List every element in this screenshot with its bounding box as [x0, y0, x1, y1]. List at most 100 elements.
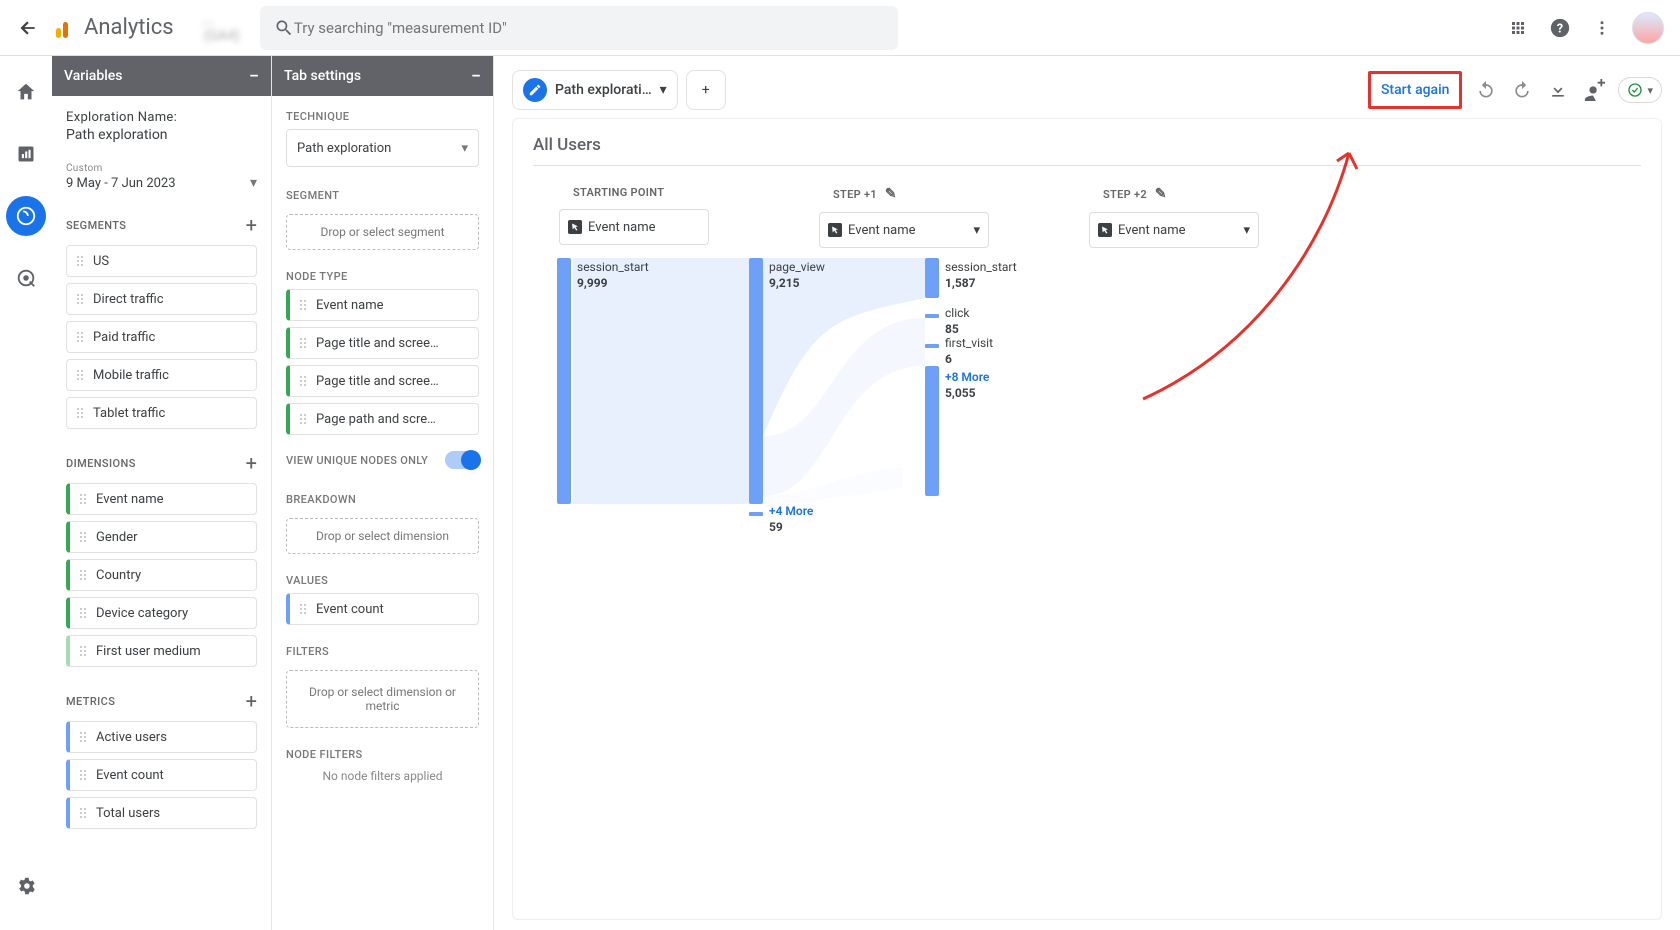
chip-item[interactable]: Event count [286, 593, 479, 625]
starting-point-select[interactable]: Event name [559, 209, 709, 245]
status-pill[interactable]: ▾ [1618, 77, 1662, 103]
step1-label: STEP +1 ✎ [819, 186, 989, 202]
nav-explore[interactable] [6, 196, 46, 236]
collapse-tab-settings-icon[interactable]: − [471, 66, 481, 87]
chip-item[interactable]: Page title and scree… [286, 327, 479, 359]
chip-item[interactable]: Country [66, 559, 257, 591]
breakdown-label: BREAKDOWN [272, 479, 493, 512]
add-metric-button[interactable]: + [246, 691, 257, 711]
drag-handle-icon [75, 368, 85, 382]
path-diagram[interactable]: session_start 9,999 page_view 9,215 +4 M… [533, 258, 1641, 608]
tab-settings-header: Tab settings − [272, 56, 493, 96]
help-icon[interactable]: ? [1548, 16, 1572, 40]
chip-item[interactable]: Event name [66, 483, 257, 515]
node-small-bar[interactable] [925, 344, 939, 348]
node-bar[interactable] [925, 258, 939, 298]
start-again-button[interactable]: Start again [1368, 71, 1463, 109]
filters-dropzone[interactable]: Drop or select dimension or metric [286, 670, 479, 728]
nav-home[interactable] [6, 72, 46, 112]
tab-dropdown-icon[interactable]: ▾ [660, 82, 667, 98]
drag-handle-icon [75, 406, 85, 420]
breakdown-dropzone[interactable]: Drop or select dimension [286, 518, 479, 554]
apps-icon[interactable] [1506, 16, 1530, 40]
back-button[interactable] [16, 16, 40, 40]
edit-step1-icon[interactable]: ✎ [885, 186, 897, 202]
chip-item[interactable]: Page title and scree… [286, 365, 479, 397]
collapse-variables-icon[interactable]: − [249, 66, 259, 87]
drag-handle-icon [78, 644, 88, 658]
add-segment-button[interactable]: + [246, 215, 257, 235]
dropdown-caret-icon: ▾ [250, 175, 257, 191]
avatar[interactable] [1632, 12, 1664, 44]
chip-item[interactable]: Device category [66, 597, 257, 629]
chip-item[interactable]: US [66, 245, 257, 277]
chip-item[interactable]: Event count [66, 759, 257, 791]
exploration-name-label: Exploration Name: [66, 110, 257, 125]
dropdown-caret-icon: ▾ [461, 141, 468, 156]
unique-nodes-label: VIEW UNIQUE NODES ONLY [286, 454, 428, 467]
node-label[interactable]: first_visit 6 [945, 336, 993, 367]
node-small-bar[interactable] [925, 314, 939, 318]
unique-nodes-toggle[interactable] [445, 451, 479, 469]
chip-item[interactable]: Total users [66, 797, 257, 829]
undo-button[interactable] [1474, 78, 1498, 102]
property-name[interactable]: , , (GA4) [204, 11, 240, 45]
search-box[interactable] [260, 6, 898, 50]
node-label[interactable]: click 85 [945, 306, 969, 337]
exploration-name-block[interactable]: Exploration Name: Path exploration [52, 96, 271, 151]
node-bar[interactable] [749, 258, 763, 504]
chip-item[interactable]: Event name [286, 289, 479, 321]
chip-item[interactable]: Page path and scre… [286, 403, 479, 435]
share-button[interactable] [1582, 78, 1606, 102]
node-bar[interactable] [557, 258, 571, 504]
drag-handle-icon [75, 330, 85, 344]
nav-reports[interactable] [6, 134, 46, 174]
node-bar[interactable] [925, 366, 939, 496]
add-tab-button[interactable]: + [686, 70, 726, 110]
search-input[interactable] [294, 19, 884, 37]
node-label[interactable]: session_start 1,587 [945, 260, 1017, 291]
technique-select[interactable]: Path exploration ▾ [286, 129, 479, 167]
nav-advertising[interactable] [6, 258, 46, 298]
download-button[interactable] [1546, 78, 1570, 102]
cursor-icon [1098, 223, 1112, 237]
step2-select[interactable]: Event name ▾ [1089, 212, 1259, 248]
node-label[interactable]: page_view 9,215 [769, 260, 825, 291]
drag-handle-icon [78, 730, 88, 744]
product-name: Analytics [84, 15, 174, 40]
topbar-actions: ? [1506, 12, 1664, 44]
more-node-link[interactable]: +8 More 5,055 [945, 370, 989, 401]
drag-handle-icon [298, 298, 308, 312]
canvas: Path explorati… ▾ + Start again ▾ All Us… [494, 56, 1680, 930]
chip-item[interactable]: Tablet traffic [66, 397, 257, 429]
chip-item[interactable]: Active users [66, 721, 257, 753]
steps-header-row: STARTING POINT Event name STEP +1 ✎ Even… [533, 186, 1641, 248]
step1-select[interactable]: Event name ▾ [819, 212, 989, 248]
nodetype-label: NODE TYPE [272, 256, 493, 289]
metrics-title: METRICS [66, 695, 115, 708]
edit-step2-icon[interactable]: ✎ [1155, 186, 1167, 202]
more-vert-icon[interactable] [1590, 16, 1614, 40]
add-dimension-button[interactable]: + [246, 453, 257, 473]
exploration-tab[interactable]: Path explorati… ▾ [512, 70, 678, 110]
segment-dropzone[interactable]: Drop or select segment [286, 214, 479, 250]
nodefilters-label: NODE FILTERS [272, 734, 493, 767]
cursor-icon [568, 220, 582, 234]
search-icon [274, 18, 294, 38]
chip-item[interactable]: Direct traffic [66, 283, 257, 315]
chip-item[interactable]: Gender [66, 521, 257, 553]
analytics-logo[interactable]: Analytics [56, 15, 174, 40]
node-label[interactable]: session_start 9,999 [577, 260, 649, 291]
node-small-bar[interactable] [749, 512, 763, 516]
date-range-selector[interactable]: Custom 9 May - 7 Jun 2023 ▾ [52, 151, 271, 203]
segment-title: All Users [533, 135, 1641, 166]
chip-item[interactable]: Paid traffic [66, 321, 257, 353]
nav-admin[interactable] [6, 866, 46, 906]
chip-item[interactable]: Mobile traffic [66, 359, 257, 391]
drag-handle-icon [78, 492, 88, 506]
topbar: Analytics , , (GA4) ? [0, 0, 1680, 56]
redo-button[interactable] [1510, 78, 1534, 102]
chip-item[interactable]: First user medium [66, 635, 257, 667]
more-node-link[interactable]: +4 More 59 [769, 504, 813, 535]
tab-settings-panel: Tab settings − TECHNIQUE Path exploratio… [272, 56, 494, 930]
